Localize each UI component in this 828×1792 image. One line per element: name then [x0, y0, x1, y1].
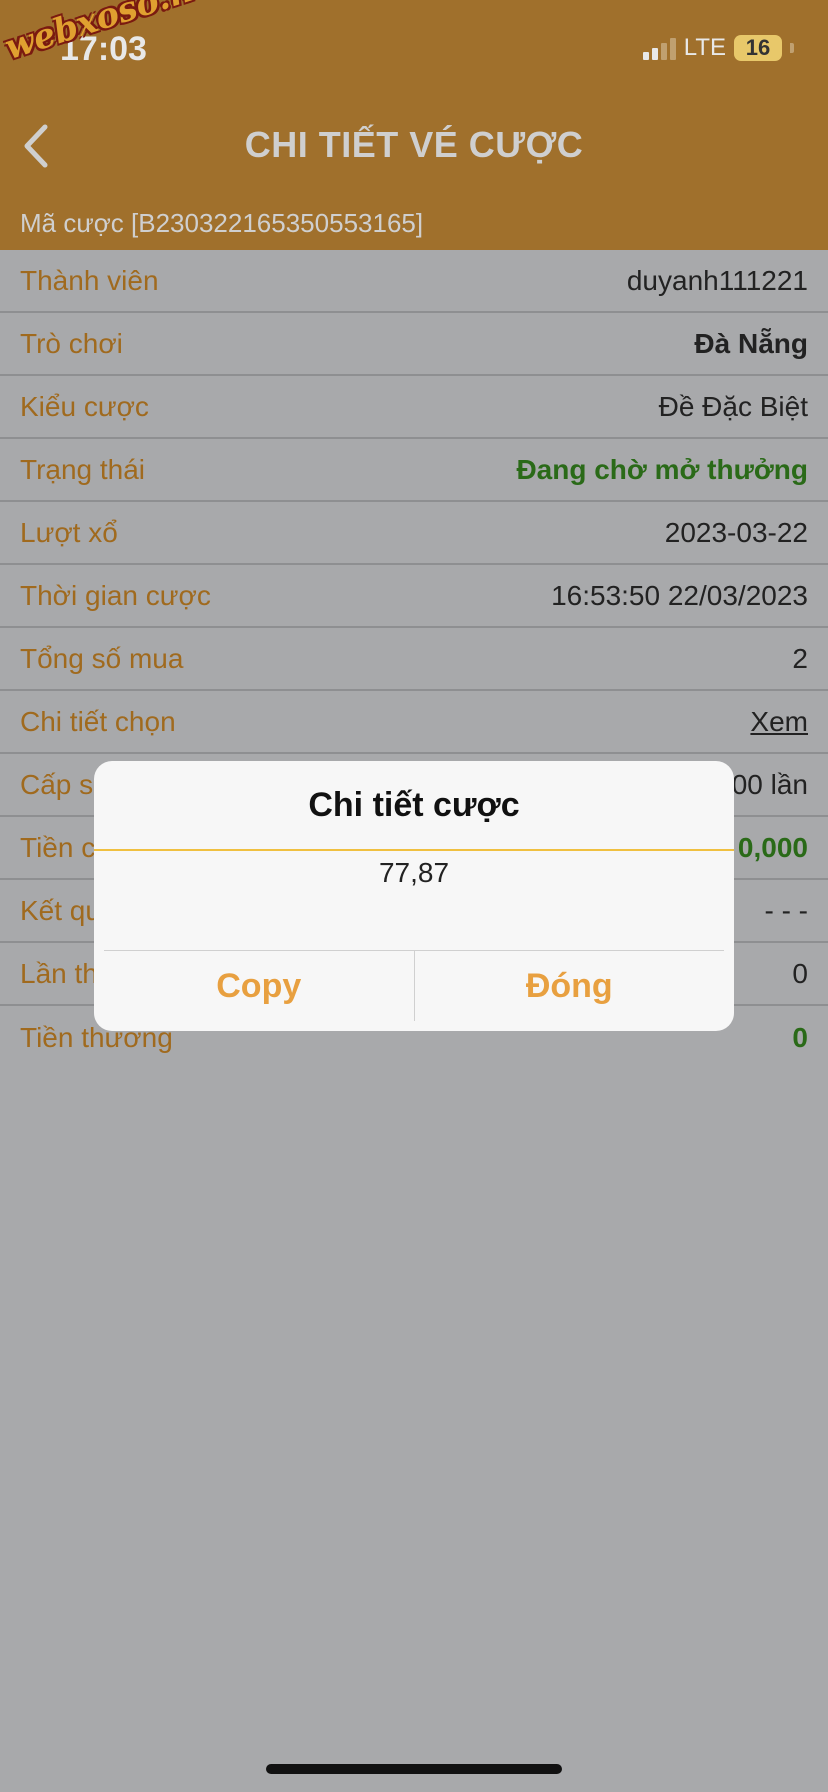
- status-value: Đang chờ mở thưởng: [516, 453, 808, 485]
- row-label: Tổng số mua: [20, 642, 184, 674]
- bet-code: Mã cược [B230322165350553165]: [20, 208, 424, 238]
- row-member: Thành viên duyanh111221: [0, 250, 828, 313]
- row-total-bought: Tổng số mua 2: [0, 628, 828, 691]
- bet-detail-dialog: Chi tiết cược 77,87 Copy Đóng: [94, 761, 734, 1031]
- row-value: Đề Đặc Biệt: [658, 390, 808, 422]
- row-value: 2: [792, 642, 808, 674]
- view-link[interactable]: Xem: [750, 706, 808, 738]
- row-value: Đà Nẵng: [694, 327, 808, 359]
- row-value: 00 lần: [731, 768, 808, 800]
- battery-nub: [790, 43, 794, 53]
- row-label: Thời gian cược: [20, 579, 211, 611]
- home-indicator[interactable]: [266, 1764, 562, 1774]
- battery-icon: 16: [734, 35, 782, 61]
- dialog-body: 77,87: [378, 857, 450, 888]
- row-selection-detail: Chi tiết chọn Xem: [0, 691, 828, 754]
- row-bet-type: Kiểu cược Đề Đặc Biệt: [0, 376, 828, 439]
- status-indicators: LTE 16: [642, 34, 794, 62]
- row-label: Chi tiết chọn: [20, 705, 176, 737]
- row-value: 0: [792, 957, 808, 989]
- row-draw: Lượt xổ 2023-03-22: [0, 502, 828, 565]
- page-title: CHI TIẾT VÉ CƯỢC: [244, 124, 584, 165]
- row-value: 16:53:50 22/03/2023: [551, 579, 808, 611]
- row-game: Trò chơi Đà Nẵng: [0, 313, 828, 376]
- copy-button[interactable]: Copy: [104, 951, 414, 1021]
- network-type: LTE: [683, 34, 726, 61]
- row-bet-time: Thời gian cược 16:53:50 22/03/2023: [0, 565, 828, 628]
- row-label: Thành viên: [20, 264, 159, 296]
- close-button[interactable]: Đóng: [415, 951, 725, 1021]
- signal-icon: [642, 36, 676, 60]
- row-label: Kiểu cược: [20, 390, 149, 422]
- row-label: Trạng thái: [20, 453, 146, 485]
- row-value: 0: [792, 1021, 808, 1053]
- row-label: Lượt xổ: [20, 516, 118, 548]
- dialog-actions: Copy Đóng: [104, 950, 724, 1021]
- row-label: Trò chơi: [20, 327, 123, 359]
- row-status: Trạng thái Đang chờ mở thưởng: [0, 439, 828, 502]
- header-bar: 17:03 webxoso.net LTE 16 CHI TIẾT VÉ CƯỢ…: [0, 0, 828, 250]
- dialog-title: Chi tiết cược: [94, 761, 734, 851]
- row-value: 0,000: [737, 831, 808, 863]
- row-value: - - -: [764, 894, 808, 926]
- row-value: 2023-03-22: [664, 516, 808, 548]
- row-value: duyanh111221: [626, 264, 808, 296]
